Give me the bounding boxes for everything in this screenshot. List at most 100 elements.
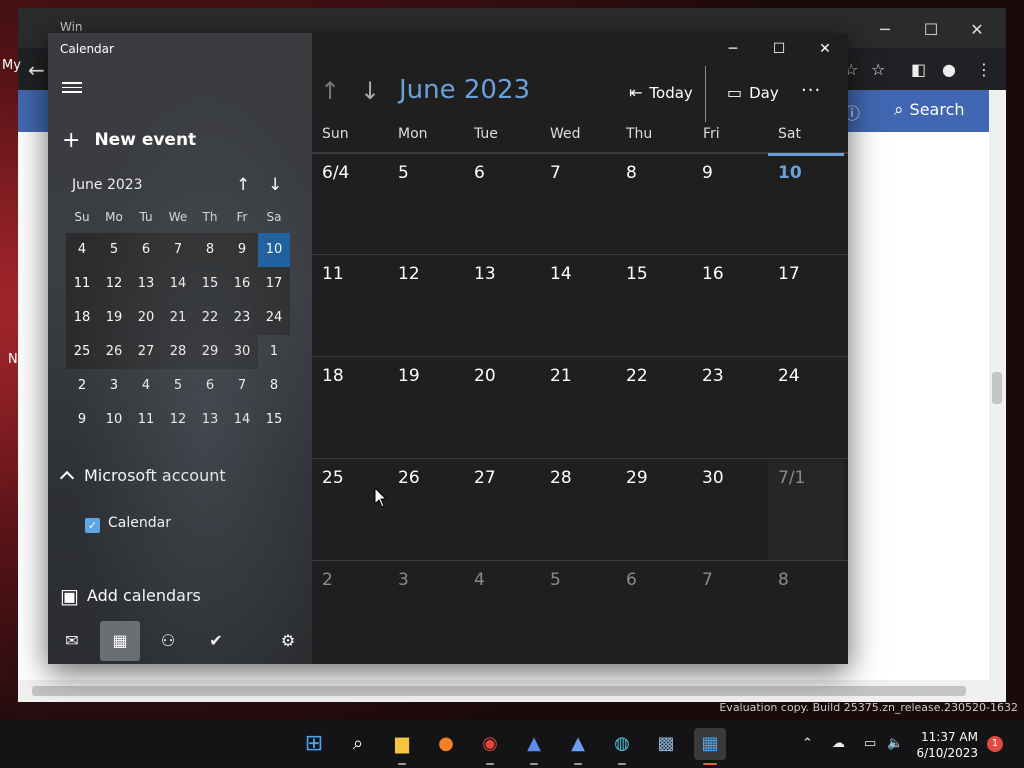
day-cell[interactable]: 20: [464, 357, 540, 458]
mini-day[interactable]: 12: [98, 267, 130, 301]
mini-day[interactable]: 5: [98, 233, 130, 267]
vertical-scroll-thumb[interactable]: [992, 372, 1002, 404]
people-icon[interactable]: ⚇: [148, 621, 188, 661]
mini-day[interactable]: 15: [258, 403, 290, 437]
horizontal-scrollbar[interactable]: [18, 680, 1006, 702]
calendar-checkbox-item[interactable]: ✓ Calendar: [85, 515, 171, 533]
mini-day[interactable]: 7: [226, 369, 258, 403]
browser-tab-title[interactable]: Win: [60, 20, 83, 34]
cloud-icon[interactable]: ☁: [832, 736, 845, 751]
day-cell-next-month[interactable]: 4: [464, 561, 540, 662]
mini-day[interactable]: 2: [66, 369, 98, 403]
mini-day[interactable]: 13: [194, 403, 226, 437]
mini-day[interactable]: 24: [258, 301, 290, 335]
day-cell[interactable]: 15: [616, 255, 692, 356]
mini-day[interactable]: 28: [162, 335, 194, 369]
new-event-button[interactable]: + New event: [62, 126, 196, 153]
day-cell-next-month[interactable]: 5: [540, 561, 616, 662]
today-button[interactable]: ⇤ Today: [629, 83, 693, 102]
view-switch-button[interactable]: ▭ Day: [727, 83, 779, 102]
mini-day[interactable]: 14: [162, 267, 194, 301]
mini-day[interactable]: 21: [162, 301, 194, 335]
day-cell[interactable]: 13: [464, 255, 540, 356]
mini-day[interactable]: 5: [162, 369, 194, 403]
day-cell[interactable]: 6/4: [312, 154, 388, 255]
month-title[interactable]: June 2023: [399, 75, 530, 105]
mini-day[interactable]: 1: [258, 335, 290, 369]
day-cell[interactable]: 17: [768, 255, 844, 356]
day-cell-next-month[interactable]: 7: [692, 561, 768, 662]
mini-day[interactable]: 11: [66, 267, 98, 301]
mini-day[interactable]: 17: [258, 267, 290, 301]
close-button[interactable]: ✕: [805, 38, 845, 60]
mini-day[interactable]: 9: [66, 403, 98, 437]
bookmark-label[interactable]: My: [2, 58, 21, 73]
day-cell-next-month[interactable]: 6: [616, 561, 692, 662]
mini-day[interactable]: 16: [226, 267, 258, 301]
mini-day[interactable]: 30: [226, 335, 258, 369]
day-cell[interactable]: 22: [616, 357, 692, 458]
mini-day[interactable]: 4: [66, 233, 98, 267]
firefox-icon[interactable]: ●: [430, 728, 462, 760]
volume-icon[interactable]: 🔈: [887, 736, 903, 751]
day-cell[interactable]: 7: [540, 154, 616, 255]
day-cell[interactable]: 8: [616, 154, 692, 255]
day-cell[interactable]: 12: [388, 255, 464, 356]
mini-day[interactable]: 29: [194, 335, 226, 369]
mini-day[interactable]: 7: [162, 233, 194, 267]
checkbox-checked-icon[interactable]: ✓: [85, 518, 100, 533]
day-cell[interactable]: 19: [388, 357, 464, 458]
day-cell-today[interactable]: 10: [768, 153, 844, 255]
image-viewer-icon[interactable]: ▩: [650, 728, 682, 760]
next-month-arrow-icon[interactable]: ↓: [360, 77, 380, 105]
more-options-icon[interactable]: ···: [801, 80, 821, 101]
day-cell[interactable]: 30: [692, 459, 768, 560]
mini-day[interactable]: 10: [98, 403, 130, 437]
chevron-up-icon[interactable]: ⌃: [802, 736, 813, 751]
day-cell[interactable]: 29: [616, 459, 692, 560]
day-cell[interactable]: 14: [540, 255, 616, 356]
mail-icon[interactable]: ✉: [52, 621, 92, 661]
calendar-icon[interactable]: ▦: [100, 621, 140, 661]
day-cell-next-month[interactable]: 2: [312, 561, 388, 662]
mini-day[interactable]: 23: [226, 301, 258, 335]
day-cell[interactable]: 28: [540, 459, 616, 560]
mini-day[interactable]: 6: [194, 369, 226, 403]
star-icon[interactable]: ☆: [871, 60, 885, 79]
mini-next-arrow-icon[interactable]: ↓: [268, 175, 282, 195]
mini-calendar-title[interactable]: June 2023: [72, 177, 143, 193]
day-cell[interactable]: 21: [540, 357, 616, 458]
browser-minimize-button[interactable]: ─: [862, 16, 908, 44]
app-icon[interactable]: ▲: [518, 728, 550, 765]
maximize-button[interactable]: ☐: [759, 38, 799, 60]
app-icon-2[interactable]: ▲: [562, 728, 594, 765]
mini-day[interactable]: 26: [98, 335, 130, 369]
mini-day[interactable]: 3: [98, 369, 130, 403]
browser-close-button[interactable]: ✕: [954, 16, 1000, 44]
add-calendars-button[interactable]: ▣ Add calendars: [60, 582, 201, 608]
mini-day[interactable]: 19: [98, 301, 130, 335]
mini-day[interactable]: 14: [226, 403, 258, 437]
calendar-taskbar-icon[interactable]: ▦: [694, 728, 726, 765]
day-cell-next-month[interactable]: 7/1: [768, 459, 844, 560]
mini-day[interactable]: 13: [130, 267, 162, 301]
day-cell[interactable]: 18: [312, 357, 388, 458]
horizontal-scroll-thumb[interactable]: [32, 686, 966, 696]
day-cell[interactable]: 24: [768, 357, 844, 458]
mini-day[interactable]: 8: [194, 233, 226, 267]
mini-day[interactable]: 22: [194, 301, 226, 335]
chrome-icon[interactable]: ◉: [474, 728, 506, 765]
site-search-button[interactable]: ⌕ Search: [894, 100, 965, 120]
mini-day[interactable]: 4: [130, 369, 162, 403]
mini-day[interactable]: 9: [226, 233, 258, 267]
search-icon[interactable]: ⌕: [342, 728, 374, 760]
mini-previous-arrow-icon[interactable]: ↑: [236, 175, 250, 195]
microsoft-account-toggle[interactable]: Microsoft account: [59, 466, 226, 486]
clock[interactable]: 11:37 AM 6/10/2023: [916, 729, 978, 761]
notification-badge[interactable]: 1: [987, 736, 1003, 752]
globe-app-icon[interactable]: ◍: [606, 728, 638, 765]
day-cell[interactable]: 23: [692, 357, 768, 458]
mini-day[interactable]: 25: [66, 335, 98, 369]
day-cell-next-month[interactable]: 3: [388, 561, 464, 662]
back-arrow-icon[interactable]: ←: [28, 58, 45, 82]
